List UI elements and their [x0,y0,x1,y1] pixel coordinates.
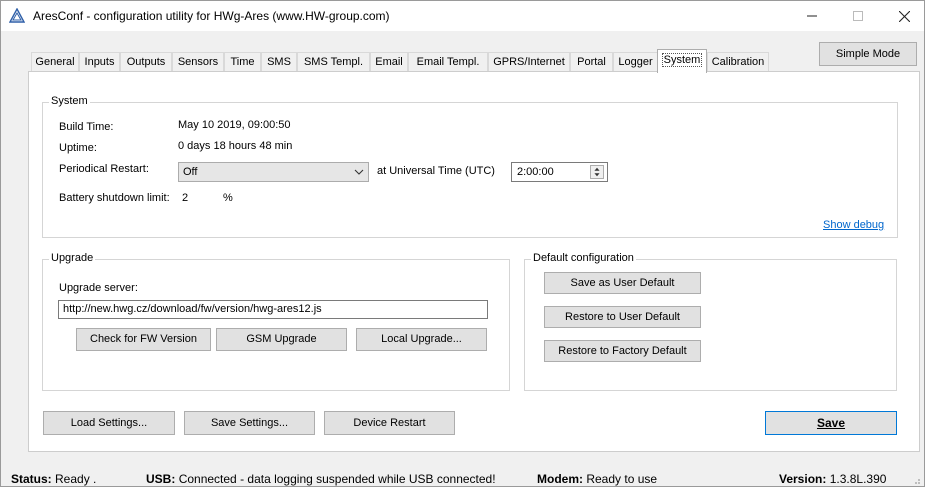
restore-user-default-button[interactable]: Restore to User Default [544,306,701,328]
utc-time-value: 2:00:00 [517,166,554,178]
periodical-restart-value: Off [183,166,198,178]
tab-portal[interactable]: Portal [570,52,613,72]
battery-limit-value[interactable]: 2 [182,192,188,204]
status-bar: Status: Ready . USB: Connected - data lo… [1,469,924,487]
periodical-restart-select[interactable]: Off [178,162,369,182]
window-title: AresConf - configuration utility for HWg… [33,9,390,23]
tab-label: Portal [577,56,606,68]
default-config-group-title: Default configuration [531,252,636,264]
build-time-value: May 10 2019, 09:00:50 [178,119,291,131]
tab-label: System [661,53,703,67]
battery-limit-unit: % [223,192,233,204]
utc-label: at Universal Time (UTC) [377,165,495,177]
resize-grip-icon[interactable] [911,475,921,485]
tab-label: Inputs [84,56,115,68]
minimize-icon [807,15,817,17]
upgrade-server-input[interactable]: http://new.hwg.cz/download/fw/version/hw… [58,300,488,319]
save-settings-button[interactable]: Save Settings... [184,411,315,435]
tab-sms-templ[interactable]: SMS Templ. [297,52,370,72]
device-restart-button[interactable]: Device Restart [324,411,455,435]
uptime-value: 0 days 18 hours 48 min [178,140,293,152]
utc-time-spinner[interactable]: 2:00:00 [511,162,608,182]
tab-time[interactable]: Time [224,52,261,72]
version-key: Version: [779,472,827,486]
restore-factory-default-button[interactable]: Restore to Factory Default [544,340,701,362]
status-key: Status: [11,472,52,486]
spinner-arrows-icon[interactable] [590,165,604,179]
upgrade-group-title: Upgrade [49,252,96,264]
tab-label: SMS [267,56,291,68]
tab-sms[interactable]: SMS [261,52,297,72]
local-upgrade-button[interactable]: Local Upgrade... [356,328,487,351]
tab-label: Sensors [177,56,219,68]
show-debug-link[interactable]: Show debug [823,219,884,231]
tab-label: Email [375,56,403,68]
usb-status-value: Connected - data logging suspended while… [178,472,496,486]
tab-label: Logger [618,56,653,68]
tab-gprs-internet[interactable]: GPRS/Internet [488,52,570,72]
build-time-label: Build Time: [59,121,114,133]
title-bar: AresConf - configuration utility for HWg… [1,1,924,31]
tab-label: SMS Templ. [303,56,364,68]
tab-label: General [35,56,75,68]
tab-inputs[interactable]: Inputs [79,52,120,72]
app-window: AresConf - configuration utility for HWg… [0,0,925,487]
save-button[interactable]: Save [765,411,897,435]
periodical-restart-label: Periodical Restart: [59,163,149,175]
tab-general[interactable]: General [31,52,79,72]
upgrade-server-label: Upgrade server: [59,282,138,294]
system-group-title: System [49,95,90,107]
modem-status-value: Ready to use [586,472,658,486]
save-button-label: Save [816,416,846,430]
maximize-icon [853,11,863,21]
battery-limit-label: Battery shutdown limit: [59,192,170,204]
tab-system[interactable]: System [657,49,707,73]
chevron-down-icon [354,169,364,175]
check-fw-version-button[interactable]: Check for FW Version [76,328,211,351]
simple-mode-button[interactable]: Simple Mode [819,42,917,66]
upgrade-group: Upgrade [42,252,510,391]
tab-label: GPRS/Internet [493,56,565,68]
ares-logo-icon [9,8,25,23]
close-icon [898,10,910,22]
save-user-default-button[interactable]: Save as User Default [544,272,701,294]
load-settings-button[interactable]: Load Settings... [43,411,175,435]
tab-calibration[interactable]: Calibration [707,52,769,72]
close-button[interactable] [881,1,925,31]
version-value: 1.3.8L.390 [829,472,887,486]
tab-label: Time [230,56,255,68]
modem-key: Modem: [537,472,583,486]
maximize-button[interactable] [835,1,881,31]
uptime-label: Uptime: [59,142,97,154]
tab-label: Calibration [711,56,765,68]
tab-email-templ[interactable]: Email Templ. [408,52,488,72]
tab-outputs[interactable]: Outputs [120,52,172,72]
tab-logger[interactable]: Logger [613,52,658,72]
minimize-button[interactable] [789,1,835,31]
tab-email[interactable]: Email [370,52,408,72]
tab-sensors[interactable]: Sensors [172,52,224,72]
tab-label: Email Templ. [416,56,480,68]
status-value: Ready . [55,472,97,486]
gsm-upgrade-button[interactable]: GSM Upgrade [216,328,347,351]
usb-key: USB: [146,472,176,486]
tab-label: Outputs [126,56,166,68]
